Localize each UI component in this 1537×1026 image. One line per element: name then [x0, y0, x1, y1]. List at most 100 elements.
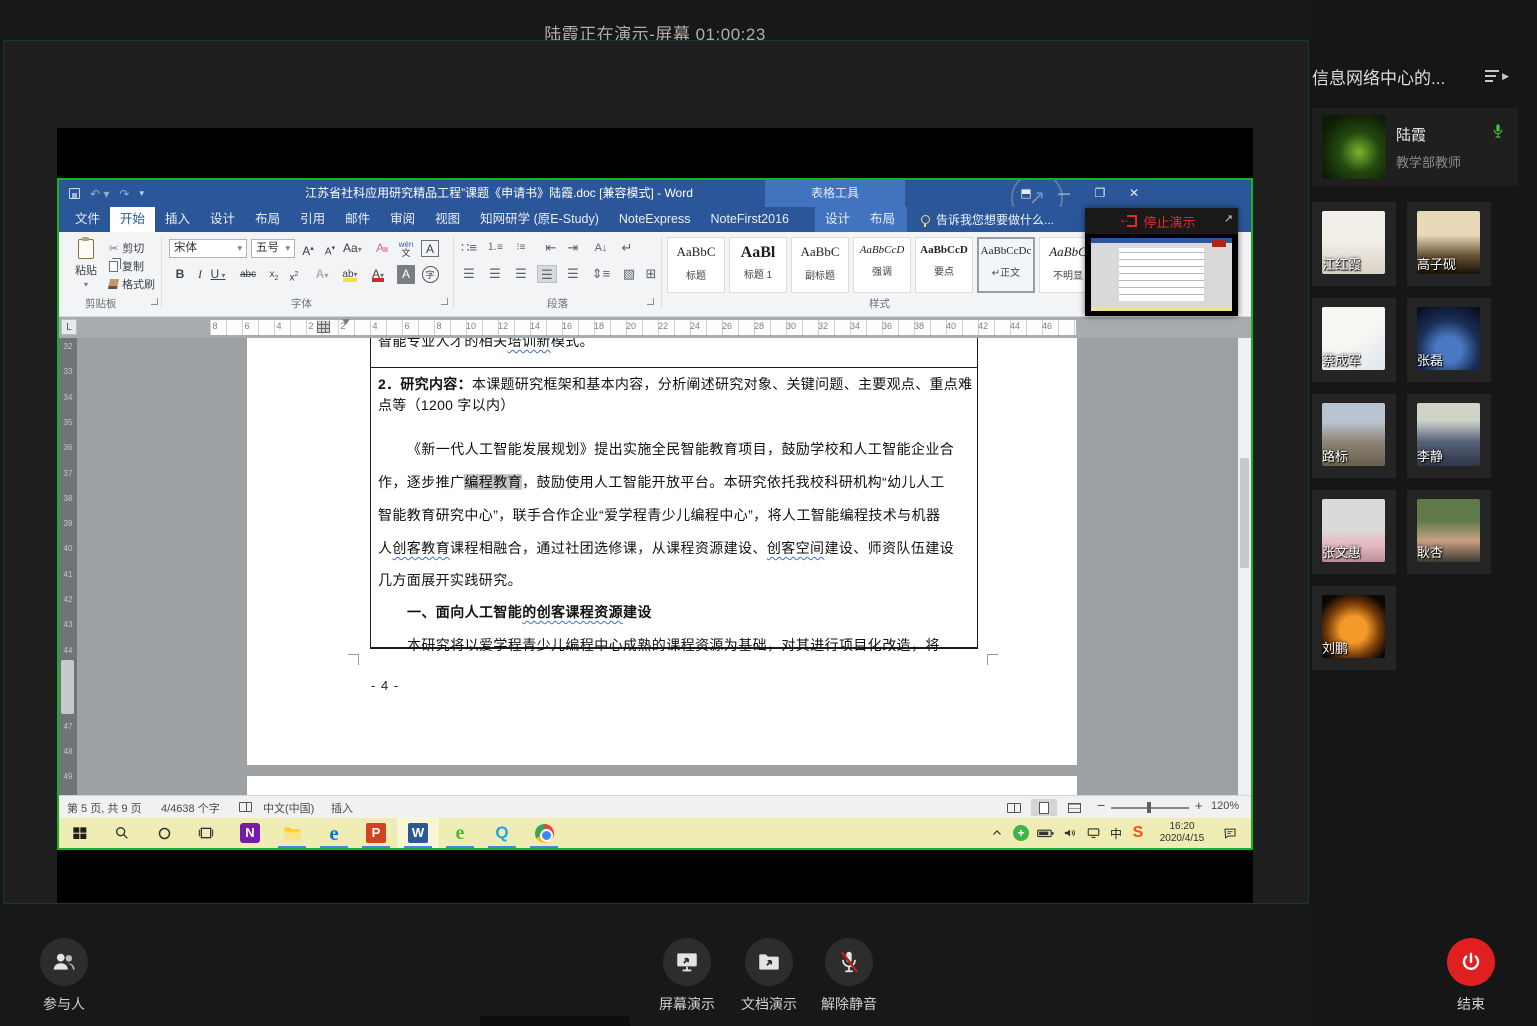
word-taskbar-icon[interactable]: W: [397, 818, 439, 848]
tab-noteexpress[interactable]: NoteExpress: [609, 207, 701, 232]
align-right-icon[interactable]: ☰: [511, 265, 531, 283]
host-card[interactable]: 陆霞 教学部教师: [1312, 108, 1518, 186]
word-close-button[interactable]: ✕: [1117, 180, 1151, 207]
borders-icon[interactable]: ⊞: [641, 265, 661, 283]
clear-formatting-icon[interactable]: A: [373, 239, 391, 258]
start-button[interactable]: [59, 818, 101, 848]
read-mode-icon[interactable]: [1001, 799, 1027, 816]
style-strong[interactable]: AaBbCcD要点: [915, 237, 973, 293]
doc-share-button[interactable]: [745, 938, 793, 986]
style-subtitle[interactable]: AaBbC副标题: [791, 237, 849, 293]
tab-design[interactable]: 设计: [200, 207, 245, 232]
word-minimize-button[interactable]: —: [1047, 180, 1081, 207]
numbering-icon[interactable]: ⒈≡: [485, 239, 505, 257]
redo-icon[interactable]: ↷: [119, 187, 129, 201]
paste-button[interactable]: 粘贴▾: [67, 237, 105, 295]
style-emphasis[interactable]: AaBbCcD强调: [853, 237, 911, 293]
proofing-icon[interactable]: [239, 802, 252, 812]
tab-layout[interactable]: 布局: [245, 207, 290, 232]
font-size-combo[interactable]: 五号▾: [251, 239, 295, 258]
powerpoint-icon[interactable]: P: [355, 818, 397, 848]
show-marks-icon[interactable]: ↵: [617, 239, 637, 257]
ribbon-display-options-icon[interactable]: ⬒: [1009, 180, 1043, 207]
tray-sogou-icon[interactable]: S: [1127, 818, 1149, 848]
undo-icon[interactable]: ↶ ▾: [90, 187, 109, 201]
participants-button[interactable]: [40, 938, 88, 986]
increase-indent-icon[interactable]: ⇥: [563, 239, 583, 257]
tray-safety-360-icon[interactable]: +: [1009, 818, 1033, 848]
tab-table-layout[interactable]: 布局: [860, 207, 905, 232]
zoom-slider[interactable]: [1111, 807, 1189, 809]
phonetic-guide-icon[interactable]: wén文: [397, 239, 415, 258]
tray-battery-icon[interactable]: [1033, 818, 1057, 848]
change-case-icon[interactable]: Aa▾: [343, 239, 362, 258]
tab-home[interactable]: 开始: [110, 207, 155, 232]
first-line-indent-marker[interactable]: [342, 319, 350, 325]
word-restore-button[interactable]: ❐: [1083, 180, 1117, 207]
screen-share-button[interactable]: [663, 938, 711, 986]
status-language[interactable]: 中文(中国): [263, 800, 314, 816]
participant-list-toggle-icon[interactable]: ▶: [1485, 70, 1509, 82]
participant-tile[interactable]: 刘鹏: [1312, 586, 1396, 670]
subscript-icon[interactable]: x2: [265, 265, 283, 284]
sort-icon[interactable]: A↓: [591, 239, 611, 257]
stop-presenting-button[interactable]: 停止演示 ↗: [1085, 208, 1238, 234]
participant-tile[interactable]: 高子砚: [1407, 202, 1491, 286]
multilevel-list-icon[interactable]: ⁝≡: [511, 239, 531, 257]
cut-button[interactable]: ✂剪切: [109, 240, 144, 256]
align-left-icon[interactable]: ☰: [459, 265, 479, 283]
grow-font-icon[interactable]: A▴: [299, 239, 317, 258]
onenote-icon[interactable]: N: [229, 818, 271, 848]
distribute-icon[interactable]: ☰: [563, 265, 583, 283]
chrome-icon[interactable]: [523, 818, 565, 848]
style-normal[interactable]: AaBbCcDc↵正文: [977, 237, 1035, 293]
bullets-icon[interactable]: ∷≡: [459, 239, 479, 257]
status-insert-mode[interactable]: 插入: [331, 800, 353, 816]
document-page[interactable]: 智能专业人才的相关培训新模式。 2．研究内容：本课题研究框架和基本内容，分析阐述…: [247, 338, 1077, 765]
character-shading-icon[interactable]: A: [397, 265, 415, 284]
clipboard-dialog-launcher-icon[interactable]: [151, 298, 158, 305]
task-view-icon[interactable]: [185, 818, 227, 848]
strikethrough-icon[interactable]: abc: [239, 265, 257, 284]
superscript-icon[interactable]: x2: [285, 265, 303, 284]
print-layout-icon[interactable]: [1031, 799, 1057, 816]
browser-360-icon[interactable]: e: [439, 818, 481, 848]
underline-icon[interactable]: U ▾: [209, 265, 227, 284]
style-title[interactable]: AaBbC标题: [667, 237, 725, 293]
text-effects-icon[interactable]: A▾: [313, 265, 331, 284]
status-page[interactable]: 第 5 页, 共 9 页: [67, 800, 142, 816]
taskbar-clock[interactable]: 16:202020/4/15: [1151, 818, 1213, 848]
line-spacing-icon[interactable]: ⇕≡: [591, 265, 611, 283]
end-meeting-button[interactable]: [1447, 938, 1495, 986]
italic-icon[interactable]: I: [191, 265, 209, 284]
web-layout-icon[interactable]: [1061, 799, 1087, 816]
style-heading1[interactable]: AaBl标题 1: [729, 237, 787, 293]
participant-tile[interactable]: 耿杏: [1407, 490, 1491, 574]
justify-icon[interactable]: ☰: [537, 265, 557, 283]
bold-icon[interactable]: B: [171, 265, 189, 284]
zoom-in-icon[interactable]: +: [1195, 798, 1203, 813]
decrease-indent-icon[interactable]: ⇤: [541, 239, 561, 257]
font-color-icon[interactable]: A▾: [369, 265, 387, 284]
tab-view[interactable]: 视图: [425, 207, 470, 232]
paragraph-dialog-launcher-icon[interactable]: [647, 298, 654, 305]
font-dialog-launcher-icon[interactable]: [441, 298, 448, 305]
tab-review[interactable]: 审阅: [380, 207, 425, 232]
participant-tile[interactable]: 蔡成军: [1312, 298, 1396, 382]
participant-tile[interactable]: 张磊: [1407, 298, 1491, 382]
search-icon[interactable]: [101, 818, 143, 848]
tray-display-icon[interactable]: [1081, 818, 1105, 848]
participant-tile[interactable]: 李静: [1407, 394, 1491, 478]
tray-chevron-up-icon[interactable]: [985, 818, 1009, 848]
enclose-characters-icon[interactable]: 字: [421, 265, 439, 284]
expand-icon[interactable]: ↗: [1224, 212, 1233, 225]
vertical-scrollbar[interactable]: [1238, 338, 1251, 795]
cortana-icon[interactable]: [143, 818, 185, 848]
table-column-marker-icon[interactable]: [317, 321, 330, 333]
tab-insert[interactable]: 插入: [155, 207, 200, 232]
zoom-out-icon[interactable]: −: [1097, 797, 1105, 813]
participant-tile[interactable]: 江红霞: [1312, 202, 1396, 286]
file-explorer-icon[interactable]: [271, 818, 313, 848]
tab-notefirst[interactable]: NoteFirst2016: [700, 207, 799, 232]
format-painter-button[interactable]: 格式刷: [109, 276, 155, 292]
